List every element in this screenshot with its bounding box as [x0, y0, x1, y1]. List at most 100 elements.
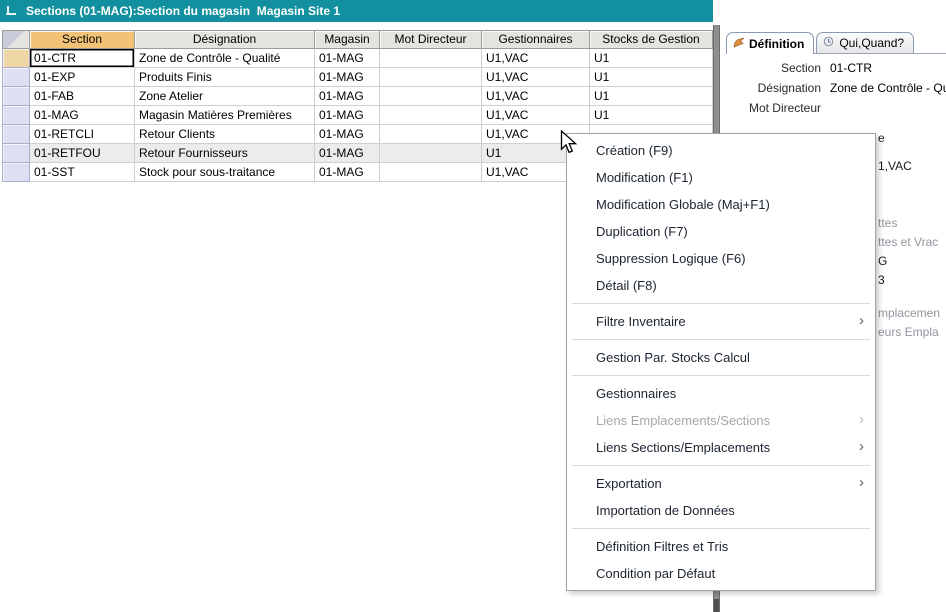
menu-item-label: Liens Emplacements/Sections — [596, 413, 770, 428]
context-menu: Création (F9) Modification (F1) Modificati… — [566, 133, 876, 591]
clipped-text-fragment: G — [878, 254, 887, 268]
cell-magasin[interactable]: 01-MAG — [315, 87, 380, 106]
menu-item[interactable]: Filtre Inventaire› — [567, 308, 875, 335]
cell-section[interactable]: 01-FAB — [30, 87, 135, 106]
menu-item[interactable]: Modification Globale (Maj+F1) — [567, 191, 875, 218]
cell-gestionnaires[interactable]: U1,VAC — [482, 68, 590, 87]
field-label: Désignation — [722, 81, 830, 95]
cell-stocks[interactable]: U1 — [590, 106, 713, 125]
cell-magasin[interactable]: 01-MAG — [315, 163, 380, 182]
menu-item[interactable]: Modification (F1) — [567, 164, 875, 191]
cell-mot_directeur[interactable] — [380, 68, 482, 87]
cell-gestionnaires[interactable]: U1,VAC — [482, 106, 590, 125]
menu-item[interactable]: Définition Filtres et Tris — [567, 533, 875, 560]
cell-section[interactable]: 01-RETFOU — [30, 144, 135, 163]
panel-fragments: e1,VACttesttes et VracG3mplacemeneurs Em… — [878, 0, 946, 612]
menu-item: Liens Emplacements/Sections› — [567, 407, 875, 434]
clipped-text-fragment: ttes et Vrac — [878, 235, 938, 249]
cell-section[interactable]: 01-MAG — [30, 106, 135, 125]
row-selector[interactable] — [2, 49, 30, 68]
column-header[interactable]: Gestionnaires — [482, 30, 590, 49]
menu-separator — [572, 528, 870, 529]
cell-stocks[interactable]: U1 — [590, 49, 713, 68]
menu-item-label: Définition Filtres et Tris — [596, 539, 728, 554]
submenu-arrow-icon: › — [859, 434, 864, 460]
menu-item-label: Création (F9) — [596, 143, 673, 158]
cell-magasin[interactable]: 01-MAG — [315, 68, 380, 87]
menu-item[interactable]: Détail (F8) — [567, 272, 875, 299]
cell-mot_directeur[interactable] — [380, 106, 482, 125]
cell-mot_directeur[interactable] — [380, 163, 482, 182]
cell-stocks[interactable]: U1 — [590, 68, 713, 87]
column-header[interactable]: Magasin — [315, 30, 380, 49]
cell-magasin[interactable]: 01-MAG — [315, 125, 380, 144]
qui-quand-tab-icon — [823, 36, 835, 50]
menu-item[interactable]: Liens Sections/Emplacements › — [567, 434, 875, 461]
column-header[interactable]: Désignation — [135, 30, 315, 49]
definition-tab-icon — [733, 37, 745, 51]
menu-item[interactable]: Création (F9) — [567, 137, 875, 164]
row-selector[interactable] — [2, 144, 30, 163]
cell-section[interactable]: 01-CTR — [30, 49, 135, 68]
clipped-text-fragment: eurs Empla — [878, 325, 939, 339]
cell-designation[interactable]: Stock pour sous-traitance — [135, 163, 315, 182]
cell-gestionnaires[interactable]: U1,VAC — [482, 49, 590, 68]
clipped-text-fragment: ttes — [878, 216, 897, 230]
splitter-grip[interactable] — [714, 599, 719, 612]
menu-item-label: Importation de Données — [596, 503, 735, 518]
row-selector[interactable] — [2, 87, 30, 106]
menu-item-label: Condition par Défaut — [596, 566, 715, 581]
field-label: Mot Directeur — [722, 101, 830, 115]
cell-magasin[interactable]: 01-MAG — [315, 106, 380, 125]
cell-gestionnaires[interactable]: U1,VAC — [482, 87, 590, 106]
menu-item[interactable]: Condition par Défaut — [567, 560, 875, 587]
cell-magasin[interactable]: 01-MAG — [315, 144, 380, 163]
cell-stocks[interactable]: U1 — [590, 87, 713, 106]
row-selector[interactable] — [2, 163, 30, 182]
menu-item-label: Exportation — [596, 476, 662, 491]
cell-designation[interactable]: Produits Finis — [135, 68, 315, 87]
select-all-corner[interactable] — [2, 30, 30, 49]
row-selector[interactable] — [2, 68, 30, 87]
cell-magasin[interactable]: 01-MAG — [315, 49, 380, 68]
clipped-text-fragment: 1,VAC — [878, 159, 912, 173]
cell-section[interactable]: 01-SST — [30, 163, 135, 182]
row-selector[interactable] — [2, 106, 30, 125]
menu-item[interactable]: Duplication (F7) — [567, 218, 875, 245]
cell-mot_directeur[interactable] — [380, 125, 482, 144]
cell-section[interactable]: 01-EXP — [30, 68, 135, 87]
cell-section[interactable]: 01-RETCLI — [30, 125, 135, 144]
clipped-text-fragment: mplacemen — [878, 306, 940, 320]
cell-designation[interactable]: Zone de Contrôle - Qualité — [135, 49, 315, 68]
cell-designation[interactable]: Zone Atelier — [135, 87, 315, 106]
window-icon — [5, 5, 18, 17]
column-header[interactable]: Section — [30, 30, 135, 49]
title-bar[interactable]: Sections (01-MAG):Section du magasin Mag… — [0, 0, 713, 22]
menu-item-label: Liens Sections/Emplacements — [596, 440, 770, 455]
menu-separator — [572, 375, 870, 376]
menu-item[interactable]: Gestion Par. Stocks Calcul — [567, 344, 875, 371]
cell-designation[interactable]: Magasin Matières Premières — [135, 106, 315, 125]
menu-item[interactable]: Importation de Données — [567, 497, 875, 524]
table-header-row: SectionDésignationMagasinMot DirecteurGe… — [2, 30, 713, 49]
cell-mot_directeur[interactable] — [380, 49, 482, 68]
menu-item-label: Gestion Par. Stocks Calcul — [596, 350, 750, 365]
cell-mot_directeur[interactable] — [380, 144, 482, 163]
cell-designation[interactable]: Retour Fournisseurs — [135, 144, 315, 163]
menu-item-label: Gestionnaires — [596, 386, 676, 401]
row-selector[interactable] — [2, 125, 30, 144]
menu-item[interactable]: Suppression Logique (F6) — [567, 245, 875, 272]
column-header[interactable]: Stocks de Gestion — [590, 30, 713, 49]
window-title: Sections (01-MAG):Section du magasin Mag… — [26, 4, 340, 18]
menu-item-label: Duplication (F7) — [596, 224, 688, 239]
menu-item[interactable]: Exportation› — [567, 470, 875, 497]
clipped-text-fragment: 3 — [878, 273, 885, 287]
field-label: Section — [722, 61, 830, 75]
menu-item-label: Détail (F8) — [596, 278, 657, 293]
menu-item-label: Modification (F1) — [596, 170, 693, 185]
column-header[interactable]: Mot Directeur — [380, 30, 482, 49]
menu-item[interactable]: Gestionnaires — [567, 380, 875, 407]
cell-designation[interactable]: Retour Clients — [135, 125, 315, 144]
cell-mot_directeur[interactable] — [380, 87, 482, 106]
tab-definition[interactable]: Définition — [726, 32, 814, 54]
